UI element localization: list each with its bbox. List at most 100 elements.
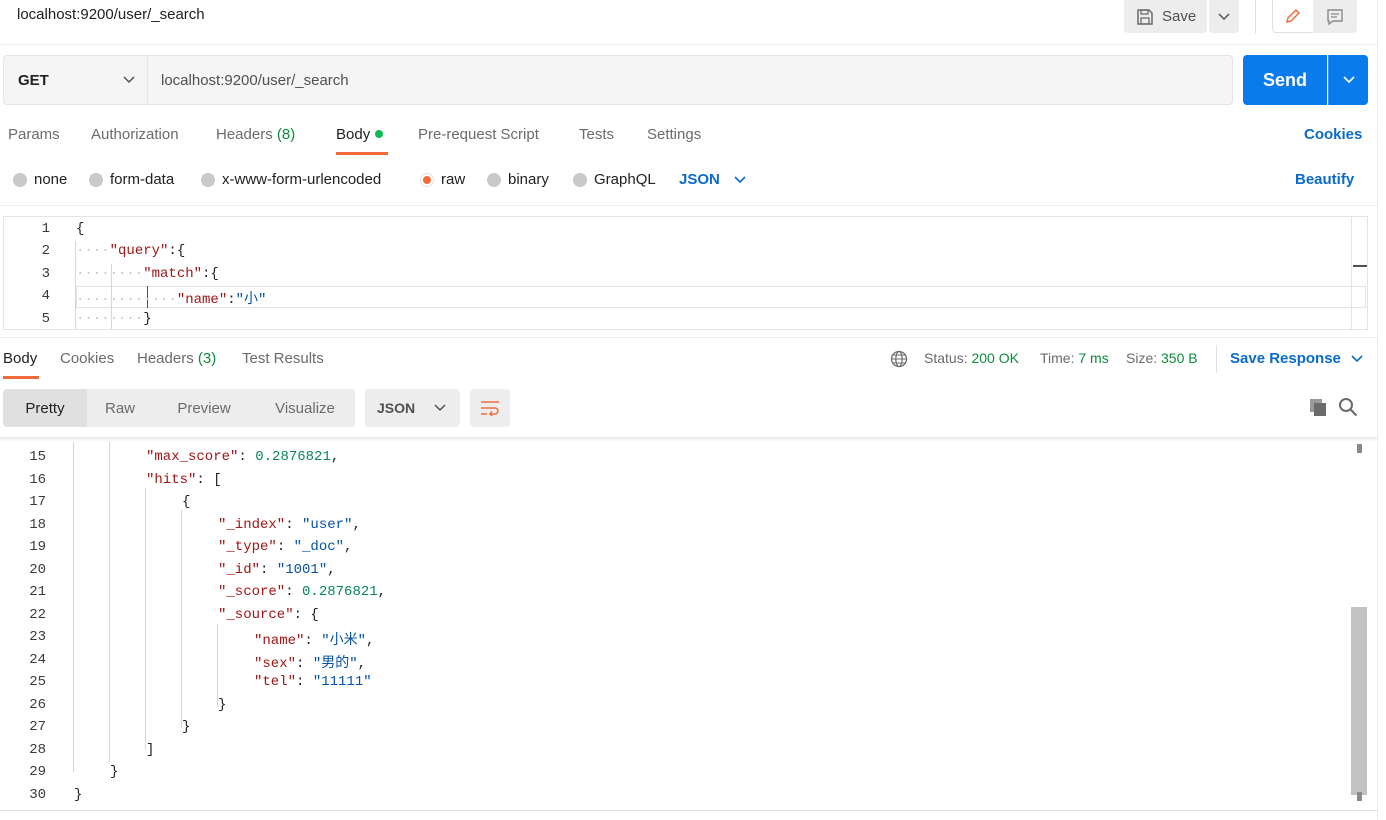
line-number: 17 <box>29 494 46 510</box>
radio-x-www-form-urlencoded[interactable]: x-www-form-urlencoded <box>201 171 381 188</box>
radio-raw[interactable]: raw <box>420 171 465 188</box>
save-response-label: Save Response <box>1230 350 1341 367</box>
send-options-dropdown[interactable] <box>1328 55 1368 105</box>
response-scrollbar-thumb[interactable] <box>1351 607 1367 795</box>
tab-tests[interactable]: Tests <box>579 126 614 143</box>
globe-icon[interactable] <box>890 350 908 371</box>
response-format-select[interactable]: JSON <box>365 389 460 427</box>
line-number: 21 <box>29 584 46 600</box>
body-indicator-dot <box>375 130 384 138</box>
line-number: 27 <box>29 719 46 735</box>
code-line: ········"match":{ <box>76 266 219 282</box>
editor-scrollbar[interactable] <box>1351 217 1352 329</box>
tab-label: Headers <box>216 126 273 143</box>
line-number: 26 <box>29 697 46 713</box>
cookies-link[interactable]: Cookies <box>1304 126 1362 143</box>
status-readout[interactable]: Status: 200 OK <box>924 350 1019 366</box>
size-value: 350 B <box>1161 350 1198 366</box>
code-line: } <box>74 787 83 803</box>
status-value: 200 OK <box>971 350 1019 366</box>
line-number: 23 <box>29 629 46 645</box>
view-preview-button[interactable]: Preview <box>153 389 255 427</box>
save-response-button[interactable]: Save Response <box>1230 350 1363 367</box>
view-visualize-button[interactable]: Visualize <box>255 389 355 427</box>
time-readout[interactable]: Time: 7 ms <box>1040 350 1109 366</box>
headers-count: (3) <box>197 350 217 367</box>
radio-graphql[interactable]: GraphQL <box>573 171 656 188</box>
divider <box>1216 345 1217 373</box>
documentation-edit-button[interactable] <box>1272 0 1314 33</box>
code-line: ········} <box>76 311 152 327</box>
code-line: "hits": [ <box>146 472 222 488</box>
chevron-down-icon <box>434 404 446 412</box>
code-line: { <box>76 221 85 237</box>
chevron-down-icon <box>734 175 746 183</box>
view-pretty-button[interactable]: Pretty <box>3 389 87 427</box>
scroll-down-arrow[interactable] <box>1357 792 1362 801</box>
tab-params[interactable]: Params <box>8 126 60 143</box>
time-value: 7 ms <box>1078 350 1109 366</box>
line-number: 15 <box>29 449 46 465</box>
line-number: 29 <box>29 764 46 780</box>
search-icon[interactable] <box>1338 397 1358 420</box>
scroll-up-arrow[interactable] <box>1357 444 1362 453</box>
line-number: 22 <box>29 607 46 623</box>
wrap-lines-button[interactable] <box>470 389 510 427</box>
tab-label: Body <box>336 126 371 143</box>
time-label: Time: <box>1040 350 1075 366</box>
code-line: "_type": "_doc", <box>218 539 353 555</box>
code-line: "sex": "男的", <box>254 656 367 672</box>
code-line: } <box>182 719 191 735</box>
code-line: "name": "小米", <box>254 633 375 649</box>
raw-format-label: JSON <box>679 171 720 188</box>
tab-body[interactable]: Body <box>336 126 384 143</box>
radio-form-data[interactable]: form-data <box>89 171 174 188</box>
raw-format-select[interactable]: JSON <box>679 171 746 188</box>
chevron-down-icon <box>1351 354 1363 362</box>
comments-button[interactable] <box>1313 0 1357 33</box>
beautify-button[interactable]: Beautify <box>1295 171 1354 188</box>
request-body-editor[interactable]: 1 2 3 4 5 { ····"query":{ ········"match… <box>3 216 1368 330</box>
save-icon <box>1137 8 1153 25</box>
divider <box>0 337 1378 338</box>
line-number: 4 <box>41 288 50 304</box>
radio-binary[interactable]: binary <box>487 171 549 188</box>
chevron-down-icon <box>1342 76 1355 84</box>
view-raw-button[interactable]: Raw <box>87 389 153 427</box>
radio-label: x-www-form-urlencoded <box>222 171 382 188</box>
indent-guide <box>181 510 182 728</box>
radio-none[interactable]: none <box>13 171 67 188</box>
tab-settings[interactable]: Settings <box>647 126 701 143</box>
code-line: "max_score": 0.2876821, <box>146 449 340 465</box>
code-line: ] <box>146 742 155 758</box>
tab-pre-request-script[interactable]: Pre-request Script <box>418 126 539 143</box>
whitespace-markers: ············ <box>76 292 177 308</box>
method-select[interactable]: GET <box>3 55 148 105</box>
copy-icon[interactable] <box>1308 397 1328 420</box>
response-tab-cookies[interactable]: Cookies <box>60 350 114 367</box>
save-button[interactable]: Save <box>1124 0 1207 33</box>
wrap-lines-icon <box>481 401 499 416</box>
tab-authorization[interactable]: Authorization <box>91 126 179 143</box>
size-readout[interactable]: Size: 350 B <box>1126 350 1198 366</box>
radio-label: GraphQL <box>594 171 656 188</box>
editor-scroll-marker <box>1353 265 1367 267</box>
request-title[interactable]: localhost:9200/user/_search <box>17 6 205 23</box>
tab-headers[interactable]: Headers (8) <box>216 126 295 143</box>
response-tab-test-results[interactable]: Test Results <box>242 350 324 367</box>
code-line: { <box>182 494 191 510</box>
send-button[interactable]: Send <box>1243 55 1327 105</box>
response-body-viewer[interactable]: 15 16 17 18 19 20 21 22 23 24 25 26 27 2… <box>0 442 1360 810</box>
divider <box>0 810 1378 811</box>
divider <box>0 205 1378 206</box>
indent-guide <box>73 442 74 772</box>
whitespace-markers: ···· <box>76 243 110 259</box>
radio-label: none <box>34 171 68 188</box>
url-input[interactable]: localhost:9200/user/_search <box>148 55 1233 105</box>
response-tab-headers[interactable]: Headers (3) <box>137 350 216 367</box>
pencil-icon <box>1285 8 1301 24</box>
save-options-dropdown[interactable] <box>1209 0 1239 33</box>
code-line: ····"query":{ <box>76 243 185 259</box>
radio-dot <box>13 172 27 187</box>
response-tab-body[interactable]: Body <box>3 350 37 367</box>
